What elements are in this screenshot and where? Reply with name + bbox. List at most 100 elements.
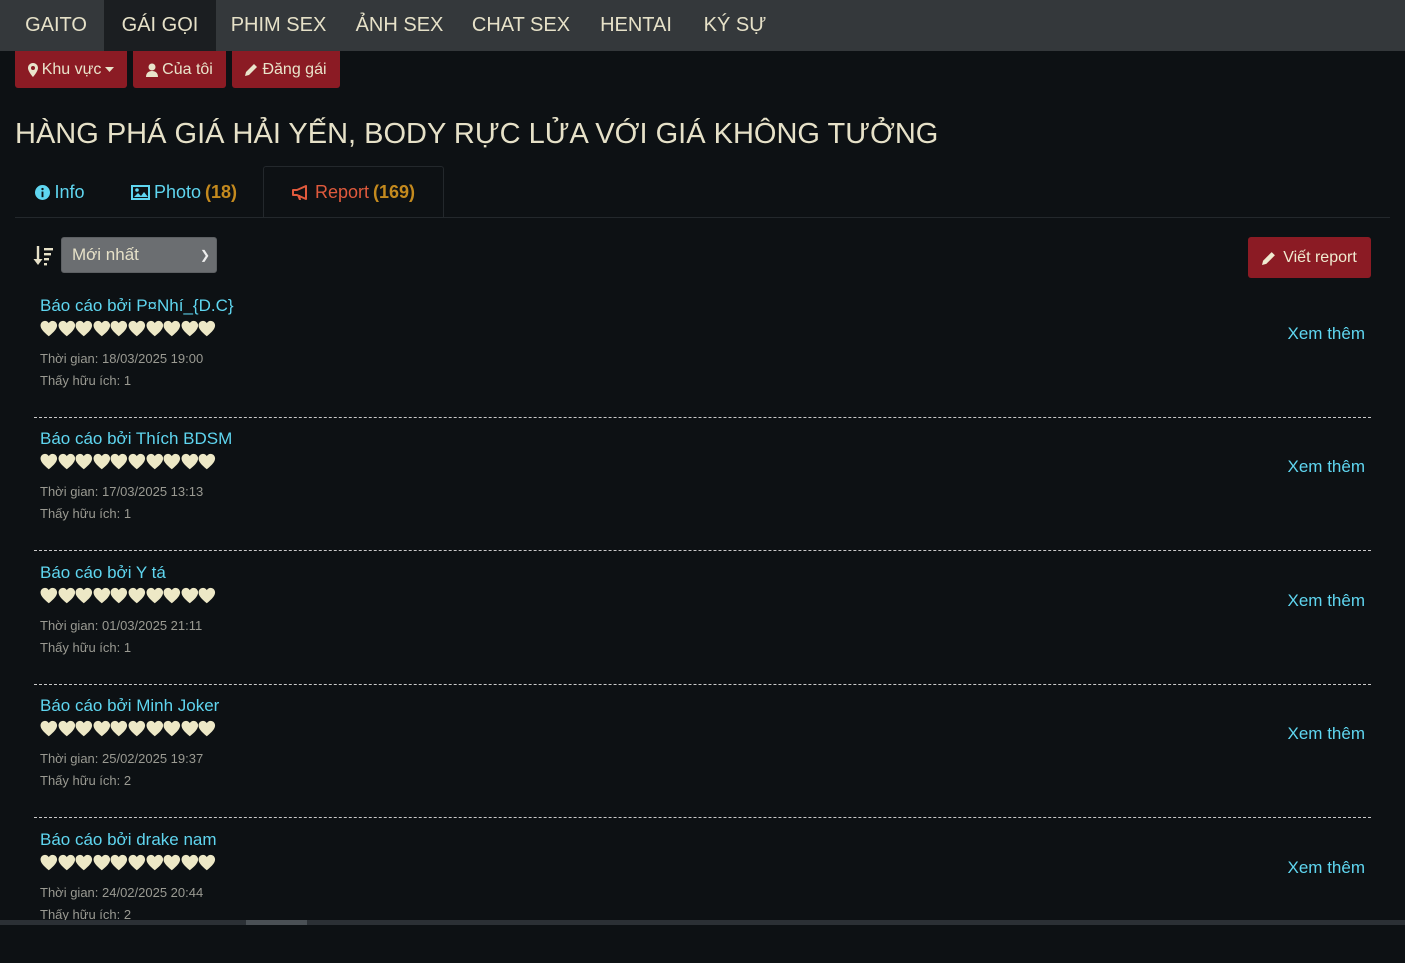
report-helpful-count: Thấy hữu ích: 1 [40,506,132,521]
heart-icon [93,320,110,337]
report-time: Thời gian: 18/03/2025 19:00 [40,351,204,366]
scrollbar-thumb[interactable] [246,920,307,925]
view-more-link[interactable]: Xem thêm [1288,858,1365,878]
heart-icon [163,720,181,737]
report-author-link[interactable]: Báo cáo bởi Thích BDSM [40,429,232,449]
heart-icon [110,587,128,604]
tab-info-label: Info [54,181,85,202]
report-time: Thời gian: 25/02/2025 19:37 [40,751,204,766]
report-time: Thời gian: 01/03/2025 21:11 [40,618,203,633]
my-account-button[interactable]: Của tôi [133,51,226,88]
heart-icon [181,854,198,871]
heart-icon [146,320,163,337]
heart-icon [198,720,216,737]
heart-icon [75,320,93,337]
view-more-link[interactable]: Xem thêm [1288,724,1365,744]
chevron-down-icon: ❯ [199,248,210,262]
heart-icon [146,453,163,470]
nav-item-chat-sex[interactable]: CHAT SEX [458,0,584,51]
sort-amount-down-icon [33,246,53,266]
my-account-label: Của tôi [162,60,213,78]
heart-icon [181,453,198,470]
report-divider [34,550,1371,551]
heart-icon [128,453,146,470]
report-divider [34,417,1371,418]
report-author-link[interactable]: Báo cáo bởi Y tá [40,563,166,583]
view-more-link[interactable]: Xem thêm [1288,324,1365,344]
tab-report[interactable]: Report (169) [263,166,444,218]
report-item: Báo cáo bởi Y tá Thời gian: 01/03/2025 21… [34,563,1371,696]
tabs-divider [15,217,1390,218]
write-report-button[interactable]: Viết report [1248,237,1371,278]
area-dropdown-button[interactable]: Khu vực [15,51,127,88]
heart-icon [58,720,75,737]
heart-icon [146,854,163,871]
heart-icon [163,320,181,337]
image-icon [130,184,150,200]
write-report-label: Viết report [1283,248,1357,266]
sort-select[interactable]: Mới nhất ❯ [61,237,217,273]
info-circle-icon [35,184,51,200]
heart-icon [40,854,58,871]
post-girl-button[interactable]: Đăng gái [232,51,340,88]
tab-report-label: Report [314,181,369,202]
heart-icon [40,720,58,737]
heart-icon [163,453,181,470]
rating-hearts [40,854,216,872]
heart-icon [75,453,93,470]
report-author-link[interactable]: Báo cáo bởi drake nam [40,830,217,850]
report-count: (169) [373,181,416,202]
heart-icon [163,854,181,871]
report-helpful-count: Thấy hữu ích: 1 [40,640,132,655]
nav-item-phim-sex[interactable]: PHIM SEX [216,0,341,51]
heart-icon [58,320,75,337]
view-more-link[interactable]: Xem thêm [1288,591,1365,611]
heart-icon [198,453,216,470]
report-item: Báo cáo bởi Thích BDSM Thời gian: 17/03/2… [34,429,1371,562]
report-helpful-count: Thấy hữu ích: 2 [40,773,132,788]
map-marker-icon [27,62,38,77]
heart-icon [93,854,110,871]
report-author-link[interactable]: Báo cáo bởi P¤Nhí_{D.C} [40,296,234,316]
report-helpful-count: Thấy hữu ích: 1 [40,373,132,388]
heart-icon [128,587,146,604]
view-more-link[interactable]: Xem thêm [1288,457,1365,477]
heart-icon [40,587,58,604]
heart-icon [128,320,146,337]
heart-icon [58,453,75,470]
heart-icon [181,587,198,604]
nav-item-gai-goi[interactable]: GÁI GỌI [104,0,216,51]
page-title: HÀNG PHÁ GIÁ HẢI YẾN, BODY RỰC LỬA VỚI G… [15,118,939,150]
heart-icon [110,854,128,871]
rating-hearts [40,587,216,605]
heart-icon [58,854,75,871]
report-time: Thời gian: 17/03/2025 13:13 [40,484,204,499]
nav-item-gaito[interactable]: GAITO [0,0,112,51]
nav-item-hentai[interactable]: HENTAI [584,0,688,51]
report-divider [34,817,1371,818]
tab-photo[interactable]: Photo (18) [110,167,258,217]
megaphone-icon [291,184,307,200]
rating-hearts [40,453,216,471]
nav-item-ky-su[interactable]: KÝ SỰ [688,0,782,51]
tab-info[interactable]: Info [15,167,105,217]
nav-item-anh-sex[interactable]: ẢNH SEX [341,0,458,51]
report-item: Báo cáo bởi drake nam Thời gian: 24/02/20… [34,830,1371,963]
heart-icon [93,453,110,470]
report-item: Báo cáo bởi Minh Joker Thời gian: 25/02/2… [34,696,1371,829]
heart-icon [75,720,93,737]
heart-icon [181,720,198,737]
horizontal-scrollbar[interactable] [0,920,1405,925]
report-author-link[interactable]: Báo cáo bởi Minh Joker [40,696,219,716]
report-item: Báo cáo bởi P¤Nhí_{D.C} Thời gian: 18/03/… [34,296,1371,429]
user-icon [146,63,159,77]
heart-icon [146,720,163,737]
sort-selected-value: Mới nhất [72,245,139,264]
rating-hearts [40,720,216,738]
pencil-icon [1262,251,1276,265]
heart-icon [58,587,75,604]
caret-down-icon [105,66,115,72]
tab-photo-label: Photo [153,181,202,202]
report-time: Thời gian: 24/02/2025 20:44 [40,885,204,900]
post-girl-label: Đăng gái [262,60,327,78]
